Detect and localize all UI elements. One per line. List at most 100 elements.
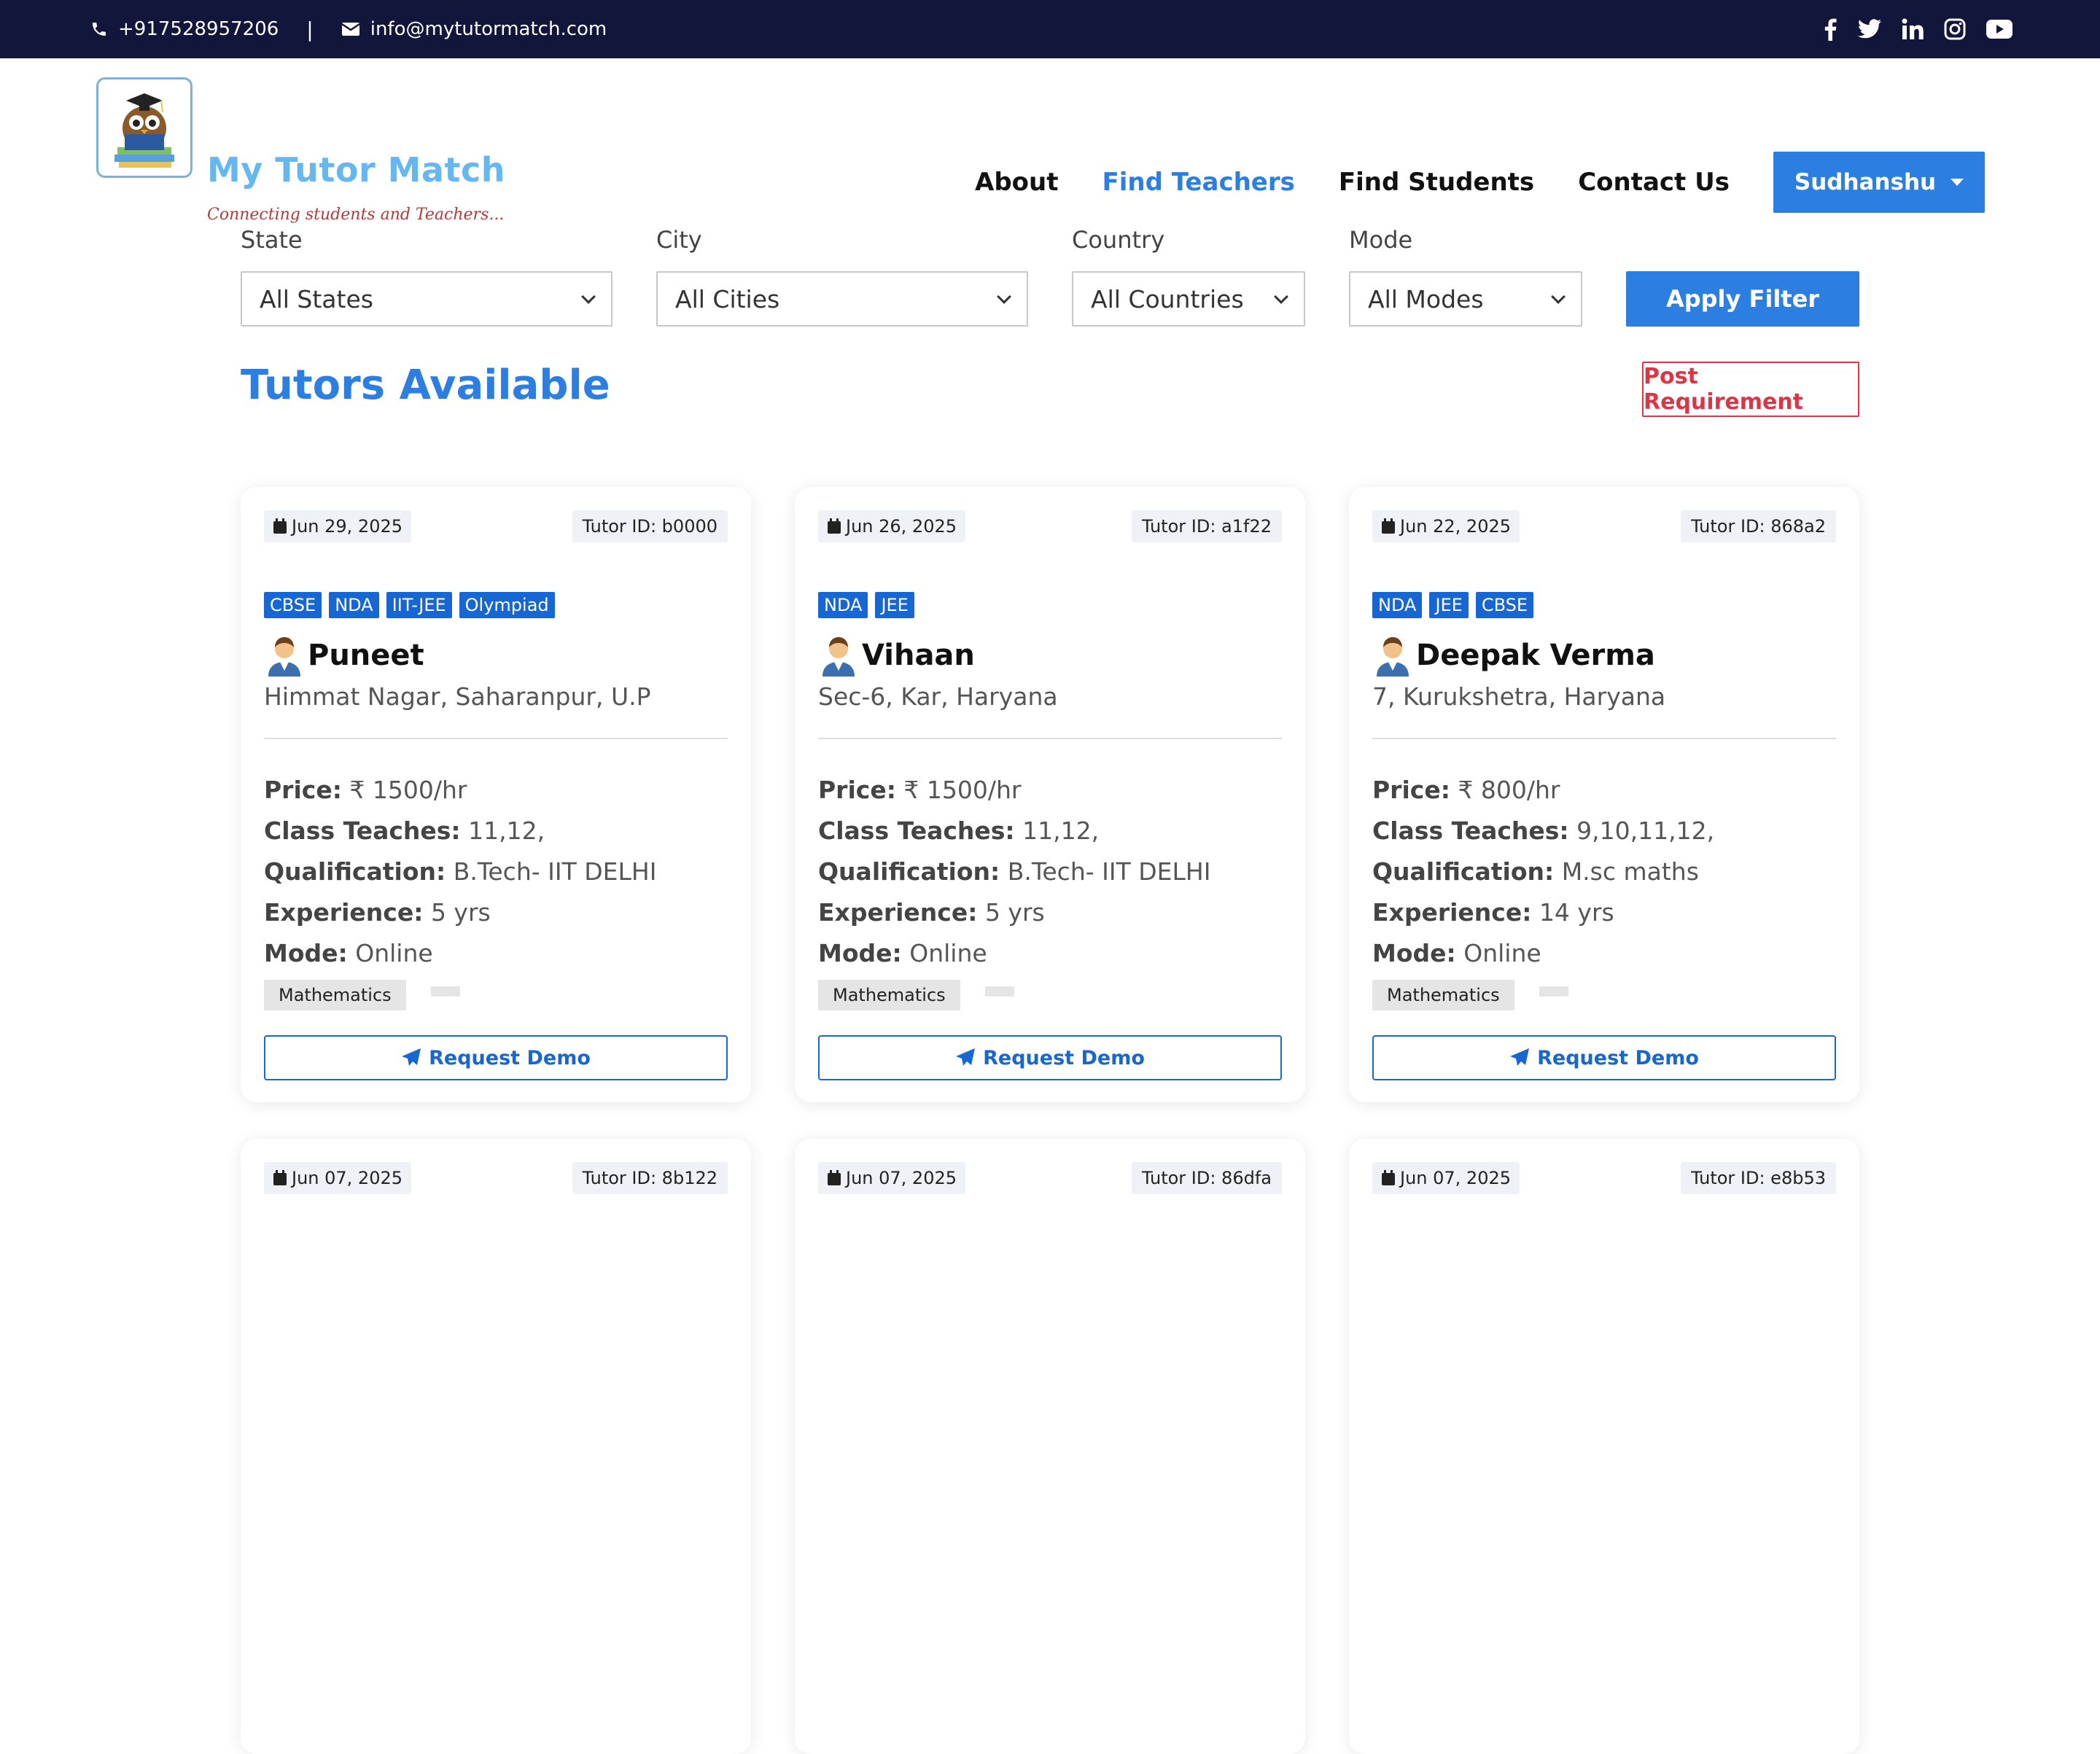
nav-find-teachers[interactable]: Find Teachers: [1102, 168, 1295, 197]
mode-select-value: All Modes: [1368, 284, 1484, 313]
calendar-icon: [273, 518, 287, 534]
experience-row: Experience: 14 yrs: [1372, 898, 1614, 927]
date-badge: Jun 07, 2025: [264, 1162, 412, 1194]
board-tag: NDA: [818, 592, 868, 618]
nav-contact-us[interactable]: Contact Us: [1578, 168, 1730, 197]
mode-value: Online: [909, 939, 987, 967]
tutor-name[interactable]: Vihaan: [862, 639, 975, 672]
tutor-id-badge: Tutor ID: 8b122: [572, 1162, 728, 1194]
state-select[interactable]: All States: [241, 271, 612, 327]
request-demo-button[interactable]: Request Demo: [264, 1035, 728, 1080]
mode-row: Mode: Online: [818, 939, 987, 967]
price-row: Price: ₹ 1500/hr: [818, 776, 1022, 804]
mode-label: Mode: [1349, 226, 1413, 254]
qualification-value: B.Tech- IIT DELHI: [1007, 857, 1211, 886]
state-label: State: [241, 226, 303, 254]
mode-row: Mode: Online: [264, 939, 433, 967]
price-value: ₹ 1500/hr: [349, 776, 467, 804]
state-select-value: All States: [260, 284, 373, 313]
tutor-info: Price: ₹ 800/hr Class Teaches: 9,10,11,1…: [1372, 770, 1714, 974]
class-row: Class Teaches: 11,12,: [264, 816, 545, 845]
teacher-avatar-icon: [822, 637, 855, 677]
logo[interactable]: [96, 77, 192, 178]
user-dropdown-button[interactable]: Sudhanshu: [1773, 152, 1985, 213]
country-label: Country: [1072, 226, 1165, 254]
chevron-down-icon: [1274, 289, 1288, 304]
qualification-row: Qualification: B.Tech- IIT DELHI: [264, 857, 657, 886]
logo-mascot-icon: [114, 93, 174, 168]
board-tag: Olympiad: [459, 592, 555, 618]
phone-link[interactable]: +917528957206: [90, 18, 279, 40]
paper-plane-icon: [402, 1048, 421, 1066]
board-tags: CBSE NDA IIT-JEE Olympiad: [264, 592, 555, 618]
board-tag: CBSE: [264, 592, 322, 618]
board-tag: CBSE: [1475, 592, 1534, 618]
tutor-name[interactable]: Puneet: [308, 639, 424, 672]
facebook-icon[interactable]: [1823, 17, 1838, 41]
contact-separator: |: [306, 17, 314, 42]
card-divider: [818, 738, 1282, 739]
calendar-icon: [1382, 518, 1395, 534]
caret-down-icon: [1951, 179, 1964, 186]
tutor-info: Price: ₹ 1500/hr Class Teaches: 11,12, Q…: [264, 770, 656, 974]
mode-select[interactable]: All Modes: [1349, 271, 1582, 327]
country-select[interactable]: All Countries: [1072, 271, 1305, 327]
tutor-card: Jun 07, 2025 Tutor ID: e8b53: [1349, 1139, 1859, 1754]
date-text: Jun 29, 2025: [292, 516, 403, 537]
tutor-address: 7, Kurukshetra, Haryana: [1372, 682, 1666, 711]
experience-value: 5 yrs: [984, 898, 1045, 927]
subject-tag-empty: [1539, 986, 1568, 997]
instagram-icon[interactable]: [1944, 18, 1966, 40]
board-tag: JEE: [1429, 592, 1469, 618]
card-divider: [264, 738, 728, 739]
tutor-card: Jun 29, 2025 Tutor ID: b0000 CBSE NDA II…: [241, 487, 751, 1102]
subject-tags: Mathematics: [818, 980, 1014, 1010]
request-demo-button[interactable]: Request Demo: [1372, 1035, 1836, 1080]
linkedin-icon[interactable]: [1902, 18, 1924, 40]
calendar-icon: [273, 1170, 287, 1185]
paper-plane-icon: [1510, 1048, 1530, 1066]
qualification-row: Qualification: B.Tech- IIT DELHI: [818, 857, 1211, 886]
tutor-name[interactable]: Deepak Verma: [1416, 639, 1655, 672]
nav-about[interactable]: About: [975, 168, 1058, 197]
subject-tags: Mathematics: [1372, 980, 1568, 1010]
subject-tag: Mathematics: [264, 980, 406, 1010]
date-badge: Jun 07, 2025: [1372, 1162, 1520, 1194]
subject-tag-empty: [984, 986, 1014, 997]
paper-plane-icon: [956, 1048, 976, 1066]
filter-bar: State All States City All Cities Country…: [241, 226, 1859, 328]
city-label: City: [656, 226, 702, 254]
post-requirement-button[interactable]: Post Requirement: [1642, 362, 1859, 417]
date-text: Jun 07, 2025: [292, 1168, 403, 1188]
city-select-value: All Cities: [675, 284, 780, 313]
tutor-card: Jun 22, 2025 Tutor ID: 868a2 NDA JEE CBS…: [1349, 487, 1859, 1102]
tutor-info: Price: ₹ 1500/hr Class Teaches: 11,12, Q…: [818, 770, 1210, 974]
subject-tag: Mathematics: [1372, 980, 1514, 1010]
apply-filter-button[interactable]: Apply Filter: [1626, 271, 1859, 327]
date-text: Jun 07, 2025: [846, 1168, 957, 1188]
tutor-name-row: Vihaan: [818, 634, 975, 677]
youtube-icon[interactable]: [1986, 20, 2012, 39]
tutor-card: Jun 07, 2025 Tutor ID: 86dfa: [795, 1139, 1305, 1754]
board-tag: NDA: [329, 592, 379, 618]
date-badge: Jun 29, 2025: [264, 510, 412, 542]
tutor-id-badge: Tutor ID: b0000: [572, 510, 728, 542]
request-demo-label: Request Demo: [1537, 1046, 1699, 1069]
request-demo-button[interactable]: Request Demo: [818, 1035, 1282, 1080]
chevron-down-icon: [1551, 289, 1566, 304]
twitter-icon[interactable]: [1858, 19, 1881, 39]
chevron-down-icon: [581, 289, 596, 304]
tutor-card: Jun 26, 2025 Tutor ID: a1f22 NDA JEE Vih…: [795, 487, 1305, 1102]
card-divider: [1372, 738, 1836, 739]
nav-find-students[interactable]: Find Students: [1339, 168, 1534, 197]
mode-value: Online: [1463, 939, 1541, 967]
contact-info: +917528957206 | info@mytutormatch.com: [90, 17, 607, 42]
email-link[interactable]: info@mytutormatch.com: [341, 18, 607, 40]
experience-row: Experience: 5 yrs: [264, 898, 491, 927]
city-select[interactable]: All Cities: [656, 271, 1028, 327]
class-row: Class Teaches: 11,12,: [818, 816, 1100, 845]
request-demo-label: Request Demo: [983, 1046, 1145, 1069]
mode-row: Mode: Online: [1372, 939, 1541, 967]
qualification-value: M.sc maths: [1561, 857, 1699, 886]
brand-tagline: Connecting students and Teachers...: [207, 206, 505, 224]
